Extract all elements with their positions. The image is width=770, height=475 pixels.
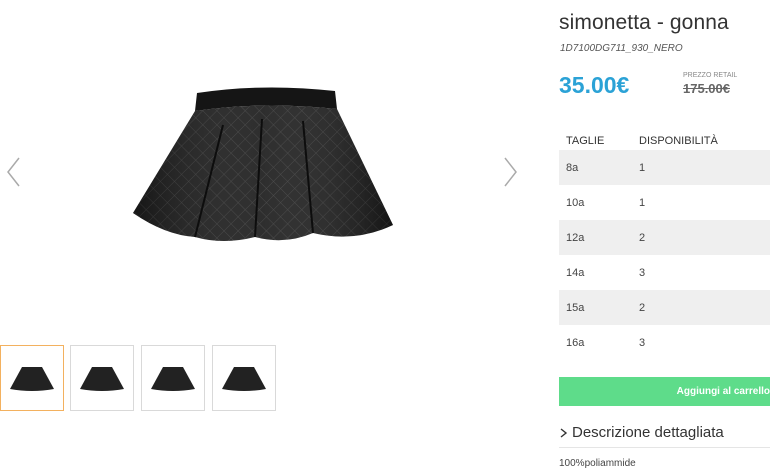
description-toggle[interactable]: Descrizione dettagliata bbox=[559, 423, 770, 448]
product-info-panel: simonetta - gonna 1D7100DG711_930_NERO 3… bbox=[559, 0, 770, 475]
size-cell: 14a bbox=[566, 267, 585, 279]
thumbnail-2[interactable] bbox=[70, 345, 134, 411]
availability-cell: 1 bbox=[639, 197, 646, 209]
description-toggle-label: Descrizione dettagliata bbox=[572, 424, 724, 441]
table-row[interactable]: 12a 2 bbox=[559, 220, 770, 255]
availability-cell: 2 bbox=[639, 302, 646, 314]
availability-cell: 3 bbox=[639, 267, 646, 279]
chevron-left-icon bbox=[7, 157, 20, 187]
table-row[interactable]: 10a 1 bbox=[559, 185, 770, 220]
prev-image-button[interactable] bbox=[4, 155, 24, 189]
column-header-availability: DISPONIBILITÀ bbox=[639, 135, 718, 147]
retail-price: 175.00€ bbox=[683, 81, 730, 96]
availability-cell: 1 bbox=[639, 162, 646, 174]
thumbnail-3[interactable] bbox=[141, 345, 205, 411]
table-row[interactable]: 15a 2 bbox=[559, 290, 770, 325]
product-image bbox=[125, 75, 400, 255]
table-row[interactable]: 8a 1 bbox=[559, 150, 770, 185]
retail-price-label: PREZZO RETAIL bbox=[683, 72, 738, 79]
thumbnail-1[interactable] bbox=[0, 345, 64, 411]
chevron-right-icon bbox=[560, 428, 568, 438]
availability-cell: 2 bbox=[639, 232, 646, 244]
next-image-button[interactable] bbox=[500, 155, 520, 189]
size-availability-table: TAGLIE DISPONIBILITÀ 8a 1 10a 1 12a 2 14… bbox=[559, 130, 770, 360]
product-sku: 1D7100DG711_930_NERO bbox=[560, 43, 683, 54]
product-gallery bbox=[0, 0, 540, 475]
size-cell: 16a bbox=[566, 337, 585, 349]
product-price: 35.00€ bbox=[559, 72, 630, 98]
size-cell: 15a bbox=[566, 302, 585, 314]
table-body: 8a 1 10a 1 12a 2 14a 3 15a 2 16a 3 bbox=[559, 150, 770, 360]
availability-cell: 3 bbox=[639, 337, 646, 349]
size-cell: 10a bbox=[566, 197, 585, 209]
chevron-right-icon bbox=[504, 157, 517, 187]
size-cell: 8a bbox=[566, 162, 579, 174]
column-header-size: TAGLIE bbox=[566, 135, 605, 147]
thumbnail-4[interactable] bbox=[212, 345, 276, 411]
description-text: 100%poliammide bbox=[559, 458, 636, 469]
table-header: TAGLIE DISPONIBILITÀ bbox=[559, 130, 770, 150]
add-to-cart-button[interactable]: Aggiungi al carrello bbox=[559, 377, 770, 406]
size-cell: 12a bbox=[566, 232, 585, 244]
table-row[interactable]: 14a 3 bbox=[559, 255, 770, 290]
table-row[interactable]: 16a 3 bbox=[559, 325, 770, 360]
product-title: simonetta - gonna bbox=[559, 11, 729, 34]
add-to-cart-label: Aggiungi al carrello bbox=[676, 386, 770, 397]
